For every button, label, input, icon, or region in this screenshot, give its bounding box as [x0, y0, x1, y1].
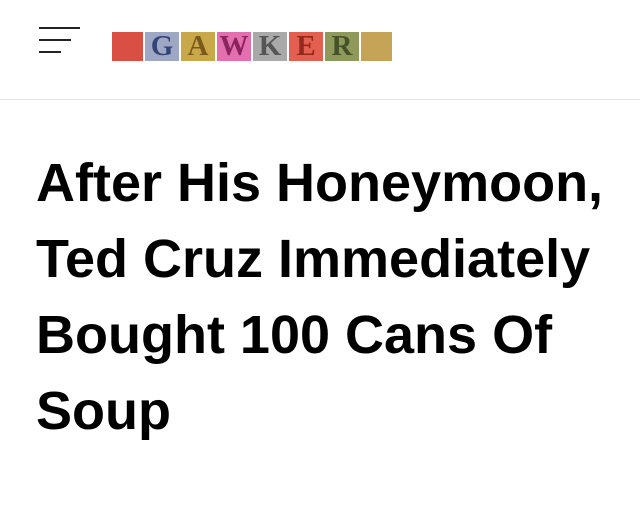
site-header: G A W K E R: [0, 0, 640, 100]
logo-tile: K: [253, 32, 287, 61]
logo-tile: G: [145, 32, 179, 61]
logo-tile: R: [325, 32, 359, 61]
menu-line: [39, 51, 61, 53]
logo-tile: [112, 32, 143, 61]
logo-tile: W: [217, 32, 251, 61]
menu-line: [39, 39, 71, 41]
gawker-logo[interactable]: G A W K E R: [112, 32, 392, 61]
hamburger-menu-icon[interactable]: [39, 27, 81, 55]
menu-line: [39, 27, 80, 29]
article-headline: After His Honeymoon, Ted Cruz Immediatel…: [36, 153, 604, 441]
logo-tile: E: [289, 32, 323, 61]
logo-tile: [361, 32, 392, 61]
logo-tile: A: [181, 32, 215, 61]
